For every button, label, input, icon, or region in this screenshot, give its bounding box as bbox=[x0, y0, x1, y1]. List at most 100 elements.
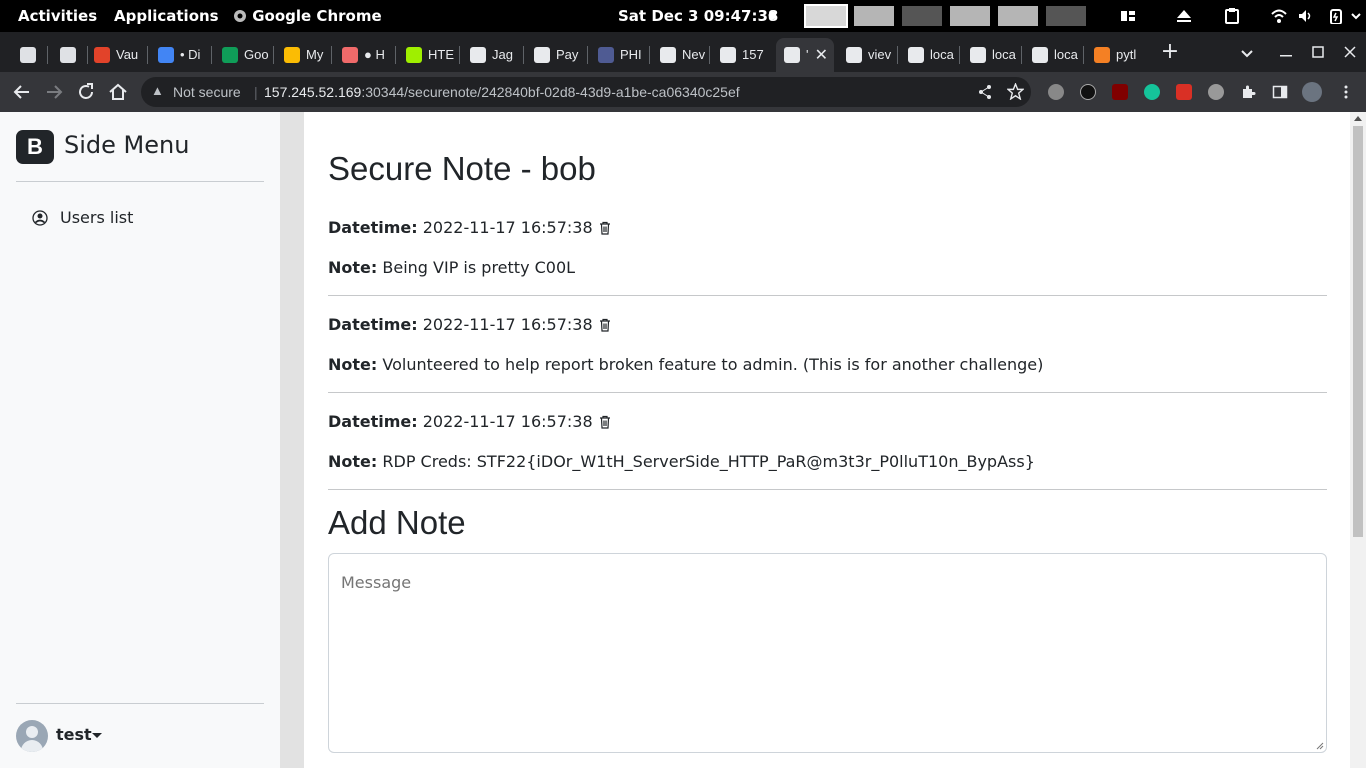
browser-tab[interactable]: HTE bbox=[398, 38, 460, 72]
new-tab-button[interactable]: + bbox=[1158, 40, 1182, 64]
tab-label: ' bbox=[806, 47, 809, 62]
scroll-up-arrow-icon[interactable] bbox=[1354, 116, 1362, 121]
workspace-1[interactable] bbox=[804, 4, 848, 28]
trash-icon[interactable] bbox=[599, 415, 611, 429]
security-label[interactable]: Not secure bbox=[173, 84, 241, 100]
browser-tab[interactable]: loca bbox=[900, 38, 960, 72]
trash-icon[interactable] bbox=[599, 221, 611, 235]
browser-tab[interactable]: PHI bbox=[590, 38, 650, 72]
tab-separator bbox=[273, 46, 274, 64]
system-top-bar: Activities Applications Google Chrome Sa… bbox=[0, 0, 1366, 32]
note-1-text: Being VIP is pretty C00L bbox=[382, 258, 576, 277]
browser-tab[interactable]: pytl bbox=[1086, 38, 1152, 72]
workspace-5[interactable] bbox=[998, 6, 1038, 26]
note-3-datetime: 2022-11-17 16:57:38 bbox=[422, 412, 593, 431]
tab-label: My bbox=[306, 47, 324, 62]
tab-separator bbox=[459, 46, 460, 64]
tab-separator bbox=[523, 46, 524, 64]
close-window-icon[interactable] bbox=[1343, 45, 1357, 59]
clock[interactable]: Sat Dec 3 09:47:38 bbox=[618, 0, 778, 32]
browser-tab[interactable]: Goo bbox=[214, 38, 274, 72]
browser-tab[interactable]: Vau bbox=[86, 38, 148, 72]
note-2-datetime: 2022-11-17 16:57:38 bbox=[422, 315, 593, 334]
tab-label: viev bbox=[868, 47, 892, 62]
share-icon[interactable] bbox=[977, 84, 993, 100]
browser-tab[interactable] bbox=[12, 38, 48, 72]
note-2-datetime-row: Datetime: 2022-11-17 16:57:38 bbox=[328, 315, 611, 334]
maximize-icon[interactable] bbox=[1311, 45, 1325, 59]
browser-tab[interactable]: Jag bbox=[462, 38, 524, 72]
volume-icon[interactable] bbox=[1298, 8, 1314, 24]
person-circle-icon bbox=[32, 210, 48, 226]
address-bar[interactable]: ▲ Not secure | 157.245.52.169:30344/secu… bbox=[141, 77, 1031, 107]
tab-favicon-icon bbox=[94, 47, 110, 63]
browser-tab[interactable]: viev bbox=[838, 38, 898, 72]
note-label: Note: bbox=[328, 452, 378, 471]
workspace-4[interactable] bbox=[950, 6, 990, 26]
minimize-icon[interactable] bbox=[1279, 46, 1293, 60]
tab-strip: Vau • Di Goo My ● H HTE Jag Pay PHI Nev 157 ' ✕ viev l… bbox=[0, 32, 1366, 72]
home-icon[interactable] bbox=[106, 80, 130, 104]
extension-grammarly-icon[interactable] bbox=[1144, 84, 1160, 100]
app-menu[interactable]: Google Chrome bbox=[233, 0, 382, 32]
extension-video-icon[interactable] bbox=[1176, 84, 1192, 100]
workspace-6[interactable] bbox=[1046, 6, 1086, 26]
page-title: Secure Note - bob bbox=[328, 150, 596, 187]
browser-tab[interactable]: My bbox=[276, 38, 332, 72]
tab-favicon-icon bbox=[720, 47, 736, 63]
message-textarea[interactable] bbox=[328, 553, 1327, 753]
activities-button[interactable]: Activities bbox=[18, 0, 97, 32]
browser-tab[interactable]: • Di bbox=[150, 38, 212, 72]
tab-favicon-icon bbox=[222, 47, 238, 63]
forward-icon[interactable] bbox=[42, 80, 66, 104]
user-avatar bbox=[16, 720, 48, 752]
extension-wappalyzer-icon[interactable] bbox=[1048, 84, 1064, 100]
extensions-puzzle-icon[interactable] bbox=[1240, 84, 1256, 100]
eject-icon[interactable] bbox=[1176, 8, 1192, 24]
browser-tab[interactable]: Nev bbox=[652, 38, 710, 72]
back-icon[interactable] bbox=[10, 80, 34, 104]
applications-menu[interactable]: Applications bbox=[114, 0, 219, 32]
extension-circle-icon[interactable] bbox=[1208, 84, 1224, 100]
tab-separator bbox=[1083, 46, 1084, 64]
trash-icon[interactable] bbox=[599, 318, 611, 332]
extension-mask-icon[interactable] bbox=[1080, 84, 1096, 100]
system-menu-icon[interactable] bbox=[1348, 8, 1364, 24]
reload-icon[interactable] bbox=[74, 80, 98, 104]
page-scrollbar[interactable] bbox=[1350, 112, 1366, 768]
extension-ublock-icon[interactable] bbox=[1112, 84, 1128, 100]
main-content: Secure Note - bob Datetime: 2022-11-17 1… bbox=[304, 112, 1350, 768]
sidebar: B Side Menu Users list test bbox=[0, 112, 280, 768]
chrome-menu-icon[interactable] bbox=[1338, 84, 1354, 100]
window-layout-icon[interactable] bbox=[1120, 8, 1136, 24]
battery-icon[interactable] bbox=[1328, 8, 1344, 24]
scrollbar-thumb[interactable] bbox=[1353, 126, 1363, 537]
browser-tab[interactable]: 157 bbox=[712, 38, 774, 72]
browser-tab[interactable]: Pay bbox=[526, 38, 588, 72]
sidebar-item-label: Users list bbox=[60, 208, 134, 227]
workspace-2[interactable] bbox=[854, 6, 894, 26]
tab-favicon-icon bbox=[908, 47, 924, 63]
tab-separator bbox=[147, 46, 148, 64]
url-text[interactable]: 157.245.52.169:30344/securenote/242840bf… bbox=[264, 84, 740, 100]
wifi-icon[interactable] bbox=[1271, 8, 1287, 24]
omnibox-separator: | bbox=[254, 84, 258, 100]
browser-tab[interactable]: ' ✕ bbox=[776, 38, 834, 72]
resize-handle-icon[interactable] bbox=[1316, 742, 1324, 750]
tab-favicon-icon bbox=[598, 47, 614, 63]
tab-close-icon[interactable]: ✕ bbox=[815, 45, 828, 65]
tab-favicon-icon bbox=[342, 47, 358, 63]
browser-tab[interactable]: ● H bbox=[334, 38, 396, 72]
workspace-3[interactable] bbox=[902, 6, 942, 26]
side-panel-icon[interactable] bbox=[1272, 84, 1288, 100]
warning-icon[interactable]: ▲ bbox=[151, 83, 164, 98]
tab-search-icon[interactable] bbox=[1240, 46, 1254, 60]
bookmark-star-icon[interactable] bbox=[1007, 83, 1024, 100]
browser-tab[interactable] bbox=[52, 38, 88, 72]
browser-tab[interactable]: loca bbox=[1024, 38, 1084, 72]
browser-tab[interactable]: loca bbox=[962, 38, 1022, 72]
profile-avatar[interactable] bbox=[1302, 82, 1322, 102]
tab-label: PHI bbox=[620, 47, 642, 62]
bootstrap-logo-icon: B bbox=[16, 130, 54, 164]
clipboard-icon[interactable] bbox=[1224, 8, 1240, 24]
